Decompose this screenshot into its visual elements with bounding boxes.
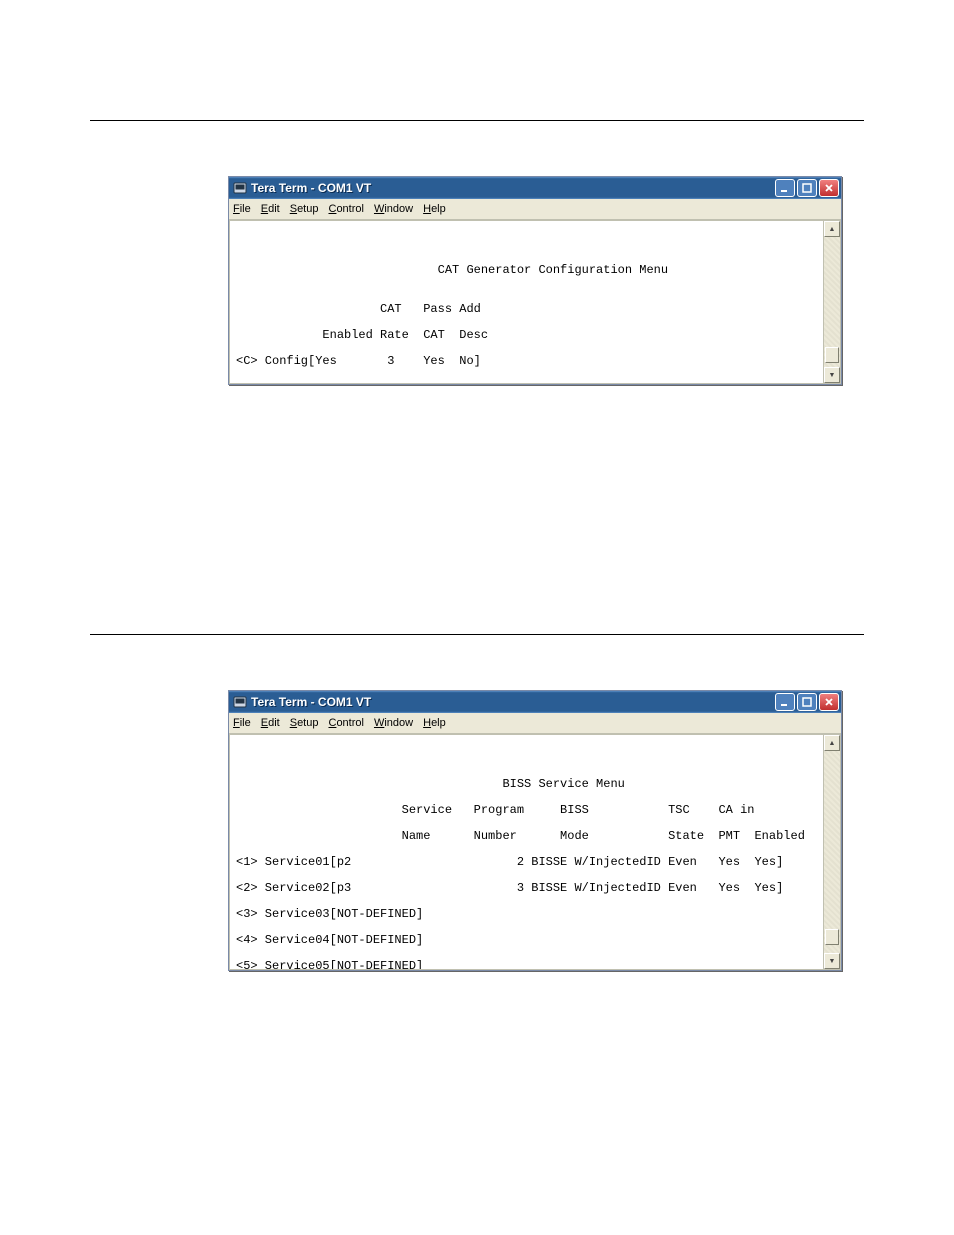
terminal-header: CAT Pass Add xyxy=(236,303,818,316)
vertical-scrollbar[interactable] xyxy=(823,735,840,969)
terminal-row-service: <5> Service05[NOT-DEFINED] xyxy=(236,960,818,969)
menu-edit[interactable]: Edit xyxy=(261,717,280,729)
menubar: File Edit Setup Control Window Help xyxy=(229,199,841,220)
menu-control[interactable]: Control xyxy=(328,717,363,729)
terminal-output[interactable]: BISS Service Menu Service Program BISS T… xyxy=(230,735,840,969)
maximize-button[interactable] xyxy=(797,179,817,197)
minimize-button[interactable] xyxy=(775,179,795,197)
menu-setup[interactable]: Setup xyxy=(290,717,319,729)
scroll-thumb[interactable] xyxy=(825,347,839,363)
minimize-button[interactable] xyxy=(775,693,795,711)
menu-file[interactable]: File xyxy=(233,717,251,729)
scroll-thumb[interactable] xyxy=(825,929,839,945)
terminal-title: BISS Service Menu xyxy=(236,778,818,791)
menu-help[interactable]: Help xyxy=(423,717,446,729)
menu-window[interactable]: Window xyxy=(374,203,413,215)
menubar: File Edit Setup Control Window Help xyxy=(229,713,841,734)
terminal-row-service: <3> Service03[NOT-DEFINED] xyxy=(236,908,818,921)
tera-term-window-2: Tera Term - COM1 VT File Edit Setup Cont… xyxy=(228,690,842,971)
terminal-area: BISS Service Menu Service Program BISS T… xyxy=(229,734,841,970)
terminal-header: Name Number Mode State PMT Enabled xyxy=(236,830,818,843)
terminal-header: Service Program BISS TSC CA in xyxy=(236,804,818,817)
window-title: Tera Term - COM1 VT xyxy=(251,695,371,709)
menu-edit[interactable]: Edit xyxy=(261,203,280,215)
scroll-down-button[interactable] xyxy=(824,367,840,383)
scroll-track[interactable] xyxy=(824,751,840,953)
titlebar[interactable]: Tera Term - COM1 VT xyxy=(229,691,841,713)
terminal-row-service: <4> Service04[NOT-DEFINED] xyxy=(236,934,818,947)
close-button[interactable] xyxy=(819,179,839,197)
divider-top xyxy=(90,120,864,121)
scroll-up-button[interactable] xyxy=(824,735,840,751)
terminal-output[interactable]: CAT Generator Configuration Menu CAT Pas… xyxy=(230,221,840,383)
terminal-icon xyxy=(233,181,247,195)
menu-file[interactable]: File xyxy=(233,203,251,215)
terminal-row-service: <2> Service02[p3 3 BISSE W/InjectedID Ev… xyxy=(236,882,818,895)
window-title: Tera Term - COM1 VT xyxy=(251,181,371,195)
terminal-row-config: <C> Config[Yes 3 Yes No] xyxy=(236,355,818,368)
terminal-icon xyxy=(233,695,247,709)
divider-mid xyxy=(90,634,864,635)
terminal-header: Enabled Rate CAT Desc xyxy=(236,329,818,342)
close-button[interactable] xyxy=(819,693,839,711)
terminal-row-service: <1> Service01[p2 2 BISSE W/InjectedID Ev… xyxy=(236,856,818,869)
titlebar[interactable]: Tera Term - COM1 VT xyxy=(229,177,841,199)
maximize-button[interactable] xyxy=(797,693,817,711)
terminal-title: CAT Generator Configuration Menu xyxy=(236,264,818,277)
terminal-area: CAT Generator Configuration Menu CAT Pas… xyxy=(229,220,841,384)
tera-term-window-1: Tera Term - COM1 VT File Edit Setup Cont… xyxy=(228,176,842,385)
scroll-down-button[interactable] xyxy=(824,953,840,969)
menu-window[interactable]: Window xyxy=(374,717,413,729)
menu-control[interactable]: Control xyxy=(328,203,363,215)
menu-help[interactable]: Help xyxy=(423,203,446,215)
menu-setup[interactable]: Setup xyxy=(290,203,319,215)
vertical-scrollbar[interactable] xyxy=(823,221,840,383)
scroll-track[interactable] xyxy=(824,237,840,367)
scroll-up-button[interactable] xyxy=(824,221,840,237)
